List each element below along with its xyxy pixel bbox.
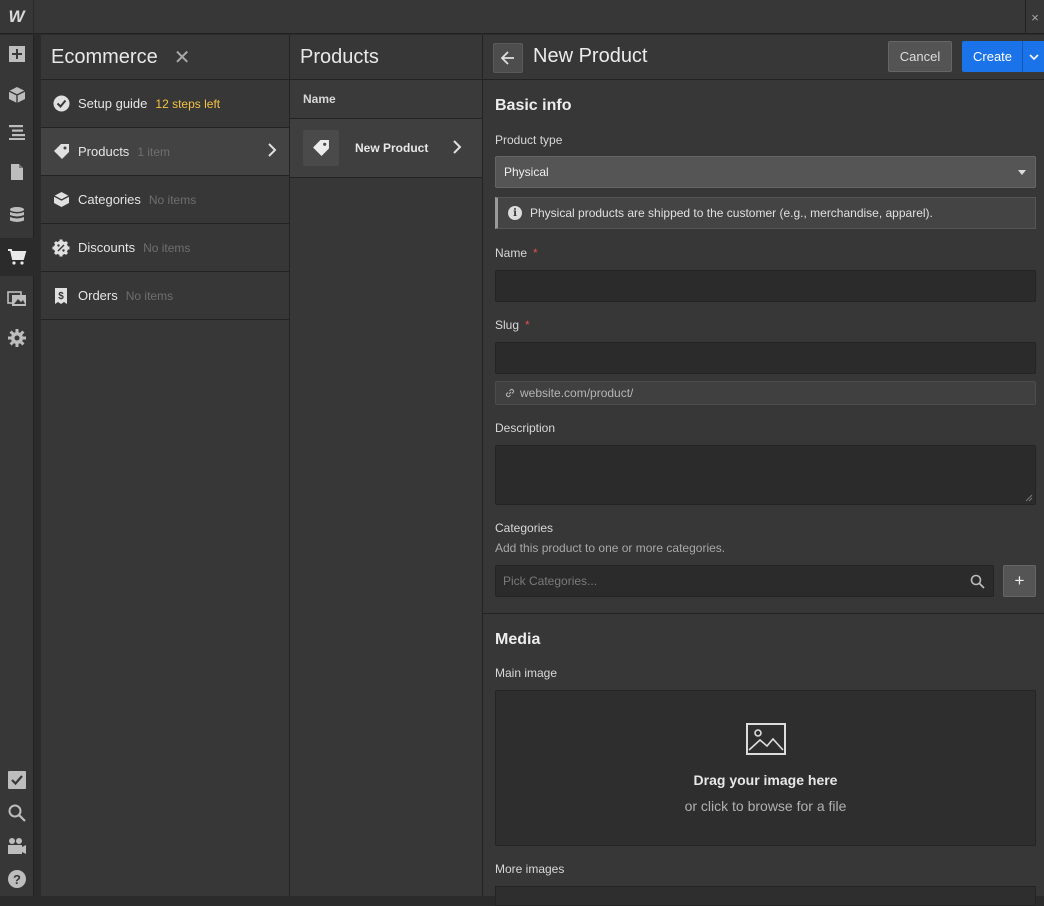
more-images-label: More images bbox=[495, 862, 565, 876]
info-icon: i bbox=[508, 206, 522, 220]
main-image-label: Main image bbox=[495, 666, 558, 680]
page-title: New Product bbox=[533, 45, 648, 67]
ecommerce-header: Ecommerce ✕ bbox=[41, 35, 289, 80]
required-mark: * bbox=[525, 318, 530, 332]
sidebar-item-label: Discounts bbox=[78, 240, 136, 255]
receipt-icon: $ bbox=[52, 287, 70, 305]
product-type-value: Physical bbox=[504, 165, 549, 179]
image-icon bbox=[746, 723, 786, 755]
search-icon[interactable] bbox=[970, 574, 985, 592]
item-count: 1 item bbox=[137, 144, 170, 159]
list-item[interactable]: New Product bbox=[290, 119, 482, 178]
info-notice: i Physical products are shipped to the c… bbox=[495, 197, 1036, 229]
sidebar-item-label: Categories bbox=[78, 192, 141, 207]
product-editor: New Product Cancel Create Basic info Pro… bbox=[483, 35, 1044, 906]
webflow-logo[interactable]: W bbox=[0, 0, 34, 34]
ecommerce-title: Ecommerce bbox=[51, 45, 158, 68]
close-icon[interactable]: × bbox=[1025, 0, 1044, 34]
products-panel: Products Name New Product bbox=[290, 35, 483, 896]
categories-icon bbox=[52, 191, 70, 209]
check-circle-icon bbox=[52, 95, 70, 113]
chevron-right-icon bbox=[267, 143, 277, 160]
name-label: Name * bbox=[495, 246, 538, 260]
dropzone-title: Drag your image here bbox=[693, 772, 838, 788]
sidebar-item-setup-guide[interactable]: Setup guide 12 steps left bbox=[41, 80, 289, 128]
svg-text:$: $ bbox=[58, 291, 64, 302]
product-type-label: Product type bbox=[495, 133, 563, 147]
item-count: No items bbox=[125, 288, 174, 303]
name-column-header[interactable]: Name bbox=[290, 80, 482, 119]
product-name: New Product bbox=[355, 141, 429, 155]
left-toolbar: ? bbox=[0, 35, 34, 896]
slug-label: Slug * bbox=[495, 318, 530, 332]
link-icon bbox=[505, 388, 515, 398]
chevron-right-icon bbox=[452, 140, 462, 159]
slug-input[interactable] bbox=[495, 342, 1036, 374]
slug-preview-text: website.com/product/ bbox=[520, 386, 634, 400]
main-image-dropzone[interactable]: Drag your image here or click to browse … bbox=[495, 690, 1036, 846]
dropzone-subtitle: or click to browse for a file bbox=[684, 798, 847, 814]
basic-info-title: Basic info bbox=[495, 97, 572, 114]
add-category-button[interactable]: + bbox=[1003, 565, 1036, 597]
navigator-icon[interactable] bbox=[0, 113, 34, 151]
cms-icon[interactable] bbox=[0, 196, 34, 234]
tag-icon bbox=[313, 140, 329, 156]
sidebar-item-products[interactable]: Products 1 item bbox=[41, 128, 289, 176]
name-label-text: Name bbox=[495, 246, 528, 260]
help-icon[interactable]: ? bbox=[0, 860, 34, 898]
product-type-select[interactable]: Physical bbox=[495, 156, 1036, 188]
item-count: No items bbox=[143, 240, 191, 255]
categories-help: Add this product to one or more categori… bbox=[495, 541, 726, 555]
products-title: Products bbox=[300, 45, 379, 68]
cancel-button[interactable]: Cancel bbox=[888, 41, 952, 72]
product-thumbnail bbox=[303, 130, 339, 166]
sidebar-item-label: Setup guide bbox=[78, 96, 148, 111]
top-bar: W × bbox=[0, 0, 1044, 34]
slug-label-text: Slug bbox=[495, 318, 520, 332]
item-count: No items bbox=[148, 192, 197, 207]
create-button-label: Create bbox=[973, 49, 1013, 64]
close-panel-icon[interactable]: ✕ bbox=[174, 45, 191, 70]
add-icon[interactable] bbox=[0, 35, 34, 73]
assets-icon[interactable] bbox=[0, 279, 34, 317]
discount-icon bbox=[52, 239, 70, 257]
sidebar-item-label: Products bbox=[78, 144, 130, 159]
svg-text:?: ? bbox=[13, 872, 21, 887]
pages-icon[interactable] bbox=[0, 153, 34, 191]
chevron-down-icon[interactable] bbox=[1022, 41, 1044, 72]
categories-label: Categories bbox=[495, 521, 554, 535]
section-divider bbox=[483, 613, 1044, 614]
more-images-dropzone[interactable] bbox=[495, 886, 1036, 906]
name-input[interactable] bbox=[495, 270, 1036, 302]
tag-icon bbox=[52, 143, 70, 161]
required-mark: * bbox=[533, 246, 538, 260]
sidebar-item-categories[interactable]: Categories No items bbox=[41, 176, 289, 224]
info-text: Physical products are shipped to the cus… bbox=[530, 206, 933, 220]
sidebar-item-discounts[interactable]: Discounts No items bbox=[41, 224, 289, 272]
back-button[interactable] bbox=[493, 43, 523, 73]
sidebar-item-orders[interactable]: $ Orders No items bbox=[41, 272, 289, 320]
ecommerce-panel: Ecommerce ✕ Setup guide 12 steps left Pr… bbox=[41, 35, 290, 896]
caret-down-icon bbox=[1018, 170, 1026, 175]
arrow-left-icon bbox=[501, 51, 514, 65]
steps-left-badge: 12 steps left bbox=[155, 96, 221, 111]
sidebar-item-label: Orders bbox=[78, 288, 118, 303]
settings-icon[interactable] bbox=[0, 319, 34, 357]
media-title: Media bbox=[495, 631, 541, 648]
cube-icon[interactable] bbox=[0, 76, 34, 114]
editor-header: New Product Cancel Create bbox=[483, 35, 1044, 80]
resize-handle-icon bbox=[1025, 494, 1033, 502]
categories-input[interactable]: Pick Categories... bbox=[495, 565, 994, 597]
create-button[interactable]: Create bbox=[962, 41, 1044, 72]
categories-placeholder: Pick Categories... bbox=[503, 574, 598, 588]
slug-preview: website.com/product/ bbox=[495, 381, 1036, 405]
description-textarea[interactable] bbox=[495, 445, 1036, 505]
products-header: Products bbox=[290, 35, 482, 80]
cart-icon[interactable] bbox=[0, 238, 34, 276]
description-label: Description bbox=[495, 421, 556, 435]
